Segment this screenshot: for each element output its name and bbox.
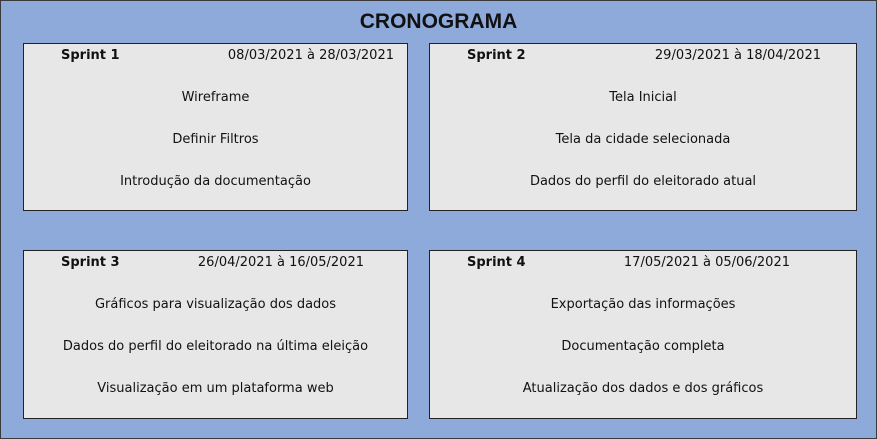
sprint-card-1: Sprint 1 08/03/2021 à 28/03/2021 Wirefra… — [23, 43, 408, 211]
sprint-name: Sprint 3 — [61, 255, 120, 270]
sprint-task: Tela da cidade selecionada — [555, 132, 731, 147]
sprint-card-2: Sprint 2 29/03/2021 à 18/04/2021 Tela In… — [429, 43, 857, 211]
sprint-task: Definir Filtros — [172, 132, 259, 147]
sprint-name: Sprint 2 — [467, 48, 526, 63]
page-title: CRONOGRAMA — [359, 10, 518, 33]
sprint-task: Visualização em um plataforma web — [97, 381, 334, 396]
sprint-task: Gráficos para visualização dos dados — [94, 297, 337, 312]
sprint-task: Dados do perfil do eleitorado na última … — [62, 339, 369, 354]
sprint-dates: 17/05/2021 à 05/06/2021 — [623, 255, 790, 270]
sprint-card-3: Sprint 3 26/04/2021 à 16/05/2021 Gráfico… — [23, 250, 408, 419]
sprint-task: Documentação completa — [561, 339, 725, 354]
sprint-task: Dados do perfil do eleitorado atual — [529, 174, 757, 189]
sprint-dates: 26/04/2021 à 16/05/2021 — [197, 255, 364, 270]
sprint-task: Atualização dos dados e dos gráficos — [522, 381, 764, 396]
sprint-dates: 29/03/2021 à 18/04/2021 — [654, 48, 821, 63]
sprint-name: Sprint 1 — [61, 48, 120, 63]
sprint-card-4: Sprint 4 17/05/2021 à 05/06/2021 Exporta… — [429, 250, 857, 419]
sprint-name: Sprint 4 — [467, 255, 526, 270]
sprint-task: Tela Inicial — [609, 90, 677, 105]
sprint-task: Wireframe — [181, 90, 250, 105]
sprint-task: Introdução da documentação — [120, 174, 311, 189]
sprint-task: Exportação das informações — [550, 297, 736, 312]
sprint-dates: 08/03/2021 à 28/03/2021 — [227, 48, 394, 63]
